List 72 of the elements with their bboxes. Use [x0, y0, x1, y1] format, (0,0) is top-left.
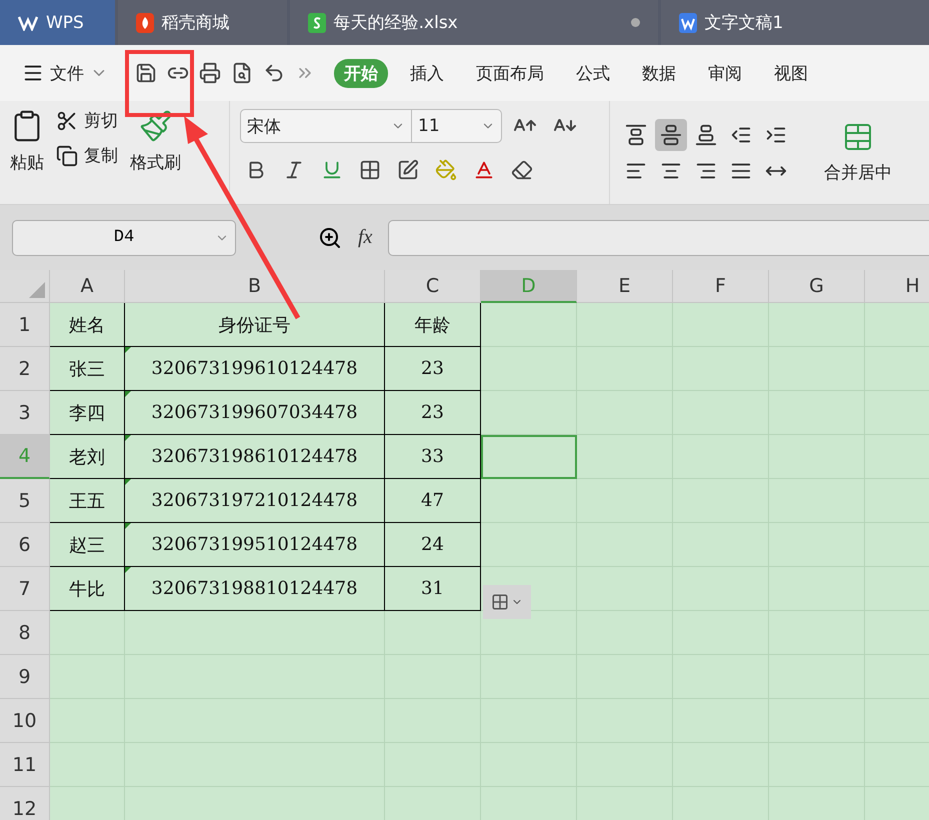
ribbon-tab[interactable]: 页面布局	[466, 58, 554, 88]
table-cell: 张三	[50, 347, 125, 391]
row-header[interactable]: 8	[0, 611, 50, 655]
table-cell: 赵三	[50, 523, 125, 567]
row-header[interactable]: 10	[0, 699, 50, 743]
paste-button[interactable]: 粘贴	[10, 109, 44, 196]
column-header[interactable]: A	[50, 270, 125, 303]
flame-logo-icon	[136, 12, 154, 32]
ribbon-tab[interactable]: 插入	[400, 58, 454, 88]
function-label[interactable]: fx	[358, 226, 372, 249]
merge-center-button[interactable]: 合并居中	[824, 121, 892, 184]
column-header[interactable]: G	[769, 270, 865, 303]
table-cell: 23	[385, 391, 481, 435]
merge-cells-icon	[842, 121, 874, 153]
copy-icon	[56, 144, 78, 166]
table-cell: 320673198810124478	[125, 567, 385, 611]
ribbon-tab[interactable]: 视图	[764, 58, 818, 88]
app-tab[interactable]: WPS	[0, 0, 114, 45]
table-cell: 王五	[50, 479, 125, 523]
format-painter-button[interactable]: 格式刷	[130, 109, 181, 196]
table-cell: 身份证号	[125, 303, 385, 347]
table-cell: 320673197210124478	[125, 479, 385, 523]
corner-triangle-icon	[29, 282, 45, 298]
column-header[interactable]: B	[125, 270, 385, 303]
wps-logo-icon	[18, 14, 38, 30]
document-app-icon	[678, 12, 696, 32]
table-cell: 320673199510124478	[125, 523, 385, 567]
row-header[interactable]: 6	[0, 523, 50, 567]
table-cell: 31	[385, 567, 481, 611]
scissors-icon	[56, 110, 78, 132]
file-menu[interactable]: 文件	[22, 62, 108, 84]
grid-icon	[491, 593, 509, 611]
paintbrush-icon	[138, 109, 172, 143]
table-cell: 320673199610124478	[125, 347, 385, 391]
name-box[interactable]: D4	[12, 220, 236, 256]
spreadsheet-app-icon	[308, 12, 326, 32]
table-cell: 47	[385, 479, 481, 523]
ribbon-tab[interactable]: 审阅	[698, 58, 752, 88]
row-header[interactable]: 9	[0, 655, 50, 699]
app-tab[interactable]: 文字文稿1	[660, 0, 929, 45]
copy-button[interactable]: 复制	[56, 144, 118, 167]
table-cell: 320673198610124478	[125, 435, 385, 479]
row-header[interactable]: 2	[0, 347, 50, 391]
row-header[interactable]: 3	[0, 391, 50, 435]
row-header[interactable]: 5	[0, 479, 50, 523]
ribbon-tab[interactable]: 数据	[632, 58, 686, 88]
column-header[interactable]: H	[865, 270, 929, 303]
column-header[interactable]: E	[577, 270, 673, 303]
ribbon-tab[interactable]: 公式	[566, 58, 620, 88]
column-header[interactable]: C	[385, 270, 481, 303]
row-header[interactable]: 12	[0, 787, 50, 820]
table-cell: 320673199607034478	[125, 391, 385, 435]
column-header[interactable]: F	[673, 270, 769, 303]
table-cell: 年龄	[385, 303, 481, 347]
row-header[interactable]: 1	[0, 303, 50, 347]
highlight-box	[125, 50, 194, 117]
align-middle-icon[interactable]	[655, 118, 687, 150]
table-cell: 23	[385, 347, 481, 391]
zoom-icon[interactable]	[318, 226, 342, 250]
table-cell: 李四	[50, 391, 125, 435]
formula-field[interactable]	[388, 220, 929, 256]
row-header[interactable]: 11	[0, 743, 50, 787]
table-cell: 老刘	[50, 435, 125, 479]
table-cell: 牛比	[50, 567, 125, 611]
table-cell: 33	[385, 435, 481, 479]
table-cell: 24	[385, 523, 481, 567]
app-tab[interactable]: 每天的经验.xlsx	[290, 0, 658, 45]
table-cell: 姓名	[50, 303, 125, 347]
app-tab[interactable]: 稻壳商城	[118, 0, 287, 45]
cut-button[interactable]: 剪切	[56, 109, 118, 132]
paste-options-button[interactable]	[483, 585, 531, 619]
row-header[interactable]: 7	[0, 567, 50, 611]
